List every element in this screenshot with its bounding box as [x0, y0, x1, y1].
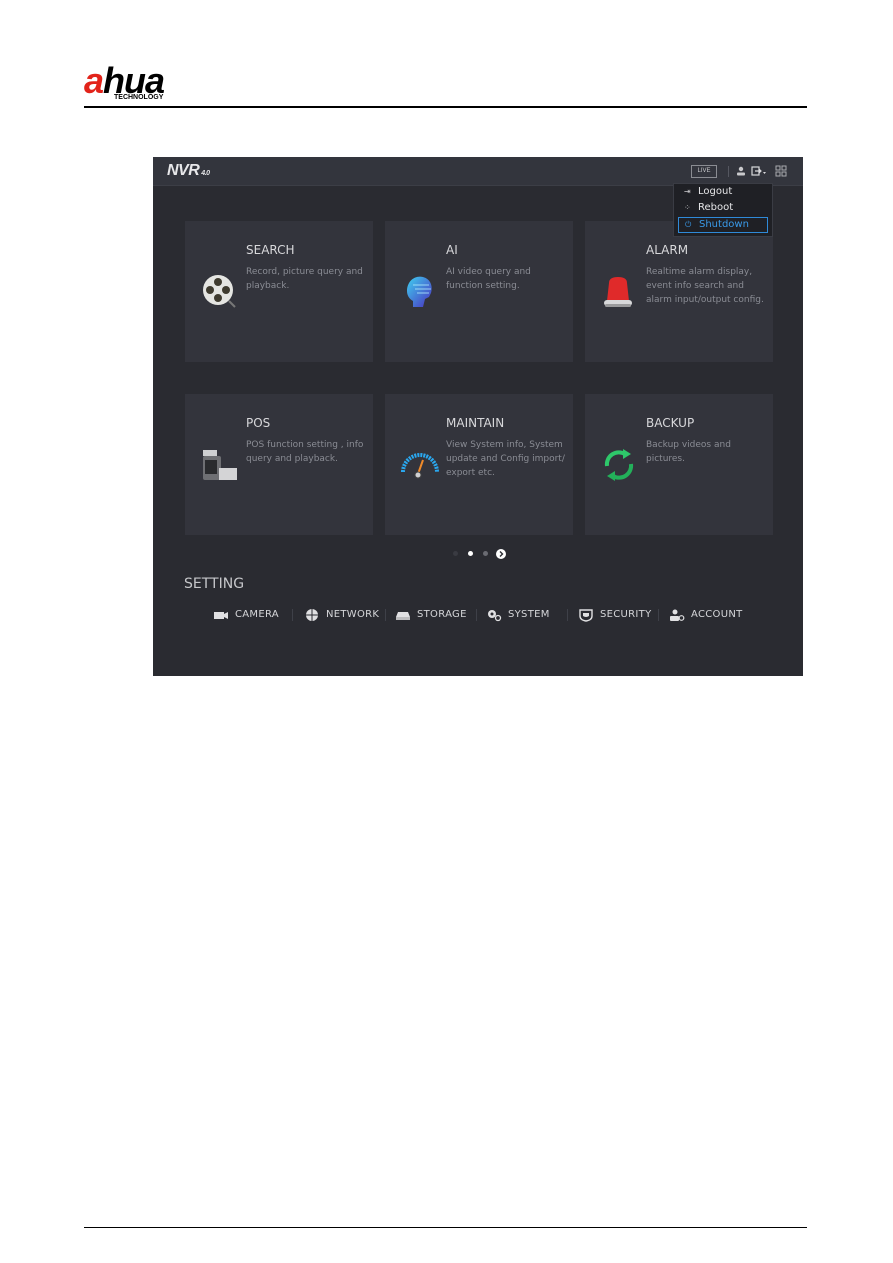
setting-title: SETTING: [184, 576, 245, 592]
dahua-logo: ahua TECHNOLOGY: [84, 60, 214, 104]
logo-tagline: TECHNOLOGY: [114, 94, 164, 101]
live-button[interactable]: LIVE: [691, 165, 717, 178]
module-title: AI: [446, 243, 458, 257]
security-shield-icon: [579, 609, 593, 622]
module-maintain[interactable]: MAINTAIN View System info, System update…: [385, 394, 573, 535]
module-pos[interactable]: POS POS function setting , info query an…: [185, 394, 373, 535]
module-ai[interactable]: AI AI video query and function setting.: [385, 221, 573, 362]
module-search[interactable]: SEARCH Record, picture query and playbac…: [185, 221, 373, 362]
network-globe-icon: [306, 609, 318, 621]
setting-label: ACCOUNT: [691, 609, 743, 620]
module-description: Record, picture query and playback.: [246, 267, 363, 291]
toolbar-divider: [728, 166, 729, 177]
module-backup[interactable]: BACKUP Backup videos and pictures.: [585, 394, 773, 535]
setting-divider: [567, 609, 568, 621]
setting-divider: [476, 609, 477, 621]
film-reel-icon: [203, 275, 236, 308]
top-bar: NVR 4.0 LIVE: [153, 157, 803, 186]
system-gears-icon: [488, 610, 502, 622]
setting-divider: [658, 609, 659, 621]
ai-head-icon: [407, 276, 432, 307]
user-icon[interactable]: [735, 165, 747, 177]
module-title: BACKUP: [646, 416, 695, 430]
module-title: SEARCH: [246, 243, 295, 257]
page-dot-2-active[interactable]: [468, 551, 473, 556]
camera-icon: [214, 612, 228, 619]
setting-label: STORAGE: [417, 609, 467, 620]
logo-mark: a: [84, 60, 104, 101]
setting-divider: [385, 609, 386, 621]
module-description: AI video query and function setting.: [446, 267, 531, 291]
module-description: Backup videos and pictures.: [646, 440, 731, 464]
pos-terminal-icon: [203, 450, 237, 480]
app-title: NVR 4.0: [167, 162, 210, 179]
storage-icon: [396, 612, 410, 620]
menu-item-logout[interactable]: ⇥ Logout: [678, 185, 768, 199]
header-rule: [84, 106, 807, 108]
grid-icon[interactable]: [775, 165, 787, 177]
gauge-icon: [401, 453, 439, 479]
setting-label: SYSTEM: [508, 609, 550, 620]
menu-item-reboot[interactable]: ⁘ Reboot: [678, 201, 768, 215]
module-title: POS: [246, 416, 271, 430]
setting-divider: [292, 609, 293, 621]
account-icon: [670, 609, 685, 621]
nvr-main-menu: NVR 4.0 LIVE SEARCH Record, picture query…: [153, 157, 803, 676]
setting-label: NETWORK: [326, 609, 380, 620]
page-dot-3[interactable]: [483, 551, 488, 556]
sync-arrows-icon: [604, 449, 634, 481]
module-title: ALARM: [646, 243, 689, 257]
power-icon: ⏻: [685, 220, 692, 229]
logout-menu-icon[interactable]: [751, 165, 767, 177]
reboot-icon: ⁘: [684, 203, 691, 212]
logout-icon: ⇥: [684, 187, 691, 196]
module-description: Realtime alarm display, event info searc…: [646, 267, 764, 305]
footer-rule: [84, 1227, 807, 1228]
power-menu: ⇥ Logout ⁘ Reboot ⏻ Shutdown: [673, 183, 773, 237]
setting-label: CAMERA: [235, 609, 279, 620]
page-dot-1[interactable]: [453, 551, 458, 556]
module-description: POS function setting , info query and pl…: [246, 440, 364, 464]
next-page-icon[interactable]: [496, 549, 506, 559]
setting-label: SECURITY: [600, 609, 652, 620]
module-alarm[interactable]: ALARM Realtime alarm display, event info…: [585, 221, 773, 362]
module-title: MAINTAIN: [446, 416, 505, 430]
alarm-light-icon: [604, 277, 632, 307]
module-description: View System info, System update and Conf…: [446, 440, 565, 478]
menu-item-shutdown[interactable]: ⏻ Shutdown: [678, 217, 768, 233]
